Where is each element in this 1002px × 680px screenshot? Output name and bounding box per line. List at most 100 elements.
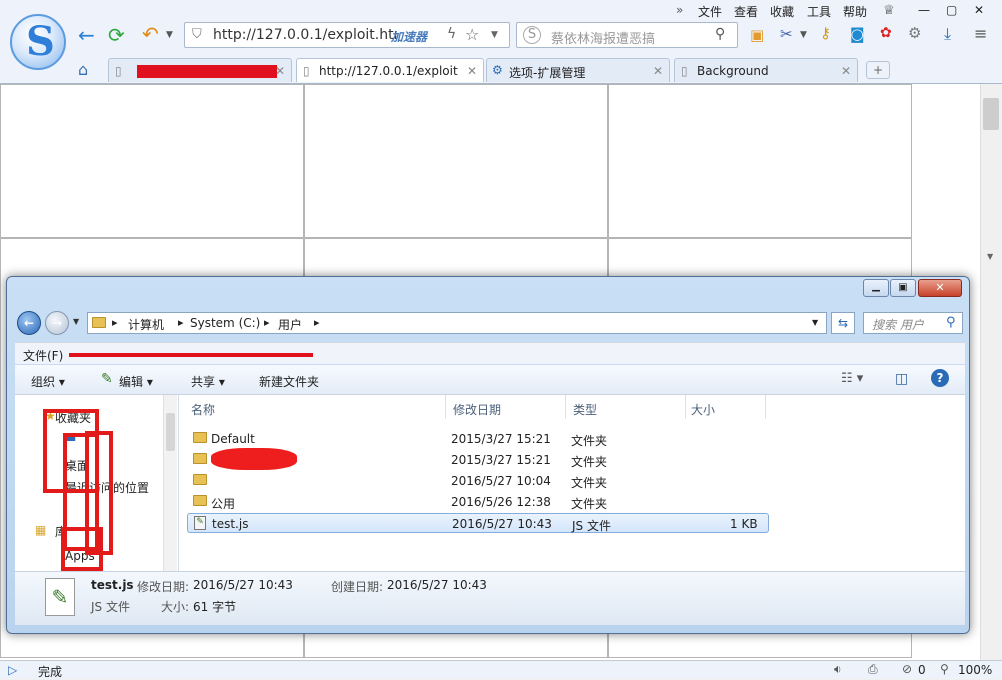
menu-overflow-icon[interactable]: » bbox=[676, 3, 683, 17]
breadcrumb-users[interactable]: 用户 bbox=[278, 316, 302, 333]
help-icon[interactable]: ? bbox=[931, 369, 949, 387]
adblock-count: 0 bbox=[918, 663, 926, 677]
refresh-icon[interactable]: ⟳ bbox=[108, 24, 125, 46]
scissors-icon[interactable]: ✂ bbox=[780, 25, 793, 43]
redacted-tab-title bbox=[137, 65, 277, 78]
column-size[interactable]: 大小 bbox=[691, 401, 715, 418]
file-row[interactable]: 公用 2016/5/26 12:38 文件夹 bbox=[187, 492, 769, 512]
adblock-icon[interactable]: ⊘ bbox=[902, 662, 912, 676]
history-dropdown-icon[interactable]: ▼ bbox=[73, 317, 79, 326]
explorer-minimize-button[interactable]: ▁ bbox=[863, 279, 889, 297]
address-bar[interactable]: ⛉ http://127.0.0.1/exploit.htı 加速器 ϟ ☆ ▼ bbox=[184, 22, 510, 48]
breadcrumb-drive[interactable]: System (C:) bbox=[190, 316, 260, 330]
more-menu-icon[interactable]: ≡ bbox=[974, 24, 987, 43]
breadcrumb-computer[interactable]: 计算机 bbox=[128, 316, 164, 333]
explorer-back-icon[interactable]: ← bbox=[17, 311, 41, 335]
menu-file[interactable]: 文件(F) bbox=[23, 347, 63, 364]
tab-close-icon[interactable]: ✕ bbox=[275, 64, 285, 78]
menu-help[interactable]: 帮助 bbox=[843, 3, 867, 20]
key-icon[interactable]: ⚷ bbox=[820, 24, 831, 42]
column-name[interactable]: 名称 bbox=[191, 401, 215, 418]
file-row[interactable]: 2016/5/27 10:04 文件夹 bbox=[187, 471, 769, 491]
volume-icon[interactable]: 🔉︎ bbox=[834, 662, 842, 677]
tab-close-icon[interactable]: ✕ bbox=[841, 64, 851, 78]
search-icon[interactable]: ⚲ bbox=[946, 315, 956, 330]
detail-created-label: 创建日期: bbox=[331, 580, 384, 594]
new-folder-button[interactable]: 新建文件夹 bbox=[259, 373, 319, 390]
extension-icon-2[interactable]: ◙ bbox=[850, 25, 865, 43]
menu-file[interactable]: 文件 bbox=[698, 3, 722, 20]
detail-type: JS 文件 bbox=[91, 600, 130, 614]
edit-button[interactable]: 编辑 ▾ bbox=[119, 373, 153, 390]
file-row-selected[interactable]: ✎ test.js 2016/5/27 10:43 JS 文件 1 KB bbox=[187, 513, 769, 533]
nav-scrollbar[interactable] bbox=[163, 395, 177, 571]
search-icon[interactable]: ⚲ bbox=[715, 26, 725, 42]
back-icon[interactable]: ← bbox=[78, 24, 95, 46]
search-box[interactable]: S 蔡依林海报遭恶搞 ⚲ bbox=[516, 22, 738, 48]
column-type[interactable]: 类型 bbox=[573, 401, 597, 418]
tab-4[interactable]: ▯ Background ✕ bbox=[674, 58, 858, 82]
share-button[interactable]: 共享 ▾ bbox=[191, 373, 225, 390]
undo-icon[interactable]: ↶ bbox=[142, 23, 159, 45]
file-row[interactable]: Default 2015/3/27 15:21 文件夹 bbox=[187, 429, 769, 449]
url-dropdown-icon[interactable]: ▼ bbox=[491, 30, 498, 40]
detail-filename: test.js bbox=[91, 578, 134, 592]
frame-cell bbox=[304, 84, 608, 238]
skin-icon[interactable]: ♕ bbox=[883, 3, 895, 18]
file-name: test.js bbox=[212, 517, 249, 531]
explorer-search-box[interactable]: 搜索 用户 ⚲ bbox=[863, 312, 963, 334]
explorer-address-bar[interactable]: ▸ 计算机 ▸ System (C:) ▸ 用户 ▸ ▼ bbox=[87, 312, 827, 334]
zoom-icon[interactable]: ⚲ bbox=[940, 662, 949, 676]
preview-pane-icon[interactable]: ◫ bbox=[895, 371, 908, 387]
lightning-icon[interactable]: ϟ bbox=[447, 26, 456, 42]
page-scrollbar[interactable]: ▼ bbox=[980, 84, 1002, 660]
search-engine-icon[interactable]: S bbox=[523, 26, 541, 44]
library-icon: ▦ bbox=[35, 523, 47, 537]
explorer-menubar: 文件(F) bbox=[15, 342, 965, 364]
screenshot-icon[interactable]: ⎙ bbox=[868, 662, 878, 677]
explorer-forward-icon[interactable]: → bbox=[45, 311, 69, 335]
home-icon[interactable]: ⌂ bbox=[78, 60, 88, 79]
star-icon[interactable]: ☆ bbox=[465, 25, 479, 44]
detail-modified-label: 修改日期: bbox=[137, 580, 190, 594]
url-text[interactable]: http://127.0.0.1/exploit.htı bbox=[213, 27, 413, 43]
explorer-refresh-icon[interactable]: ⇆ bbox=[831, 312, 855, 334]
folder-icon bbox=[193, 495, 207, 506]
accelerator-label[interactable]: 加速器 bbox=[391, 28, 427, 45]
organize-button[interactable]: 组织 ▾ bbox=[31, 373, 65, 390]
file-row[interactable]: 2015/3/27 15:21 文件夹 bbox=[187, 448, 769, 470]
new-tab-button[interactable]: + bbox=[866, 61, 890, 79]
scrollbar-thumb[interactable] bbox=[983, 98, 999, 130]
address-dropdown-icon[interactable]: ▼ bbox=[812, 318, 818, 327]
scroll-down-icon[interactable]: ▼ bbox=[987, 252, 993, 261]
explorer-search-input[interactable]: 搜索 用户 bbox=[872, 316, 924, 333]
search-input[interactable]: 蔡依林海报遭恶搞 bbox=[551, 28, 655, 47]
view-options-icon[interactable]: ☷ ▾ bbox=[841, 371, 863, 386]
file-date: 2015/3/27 15:21 bbox=[451, 453, 551, 467]
tab-2[interactable]: ▯ http://127.0.0.1/exploit ✕ bbox=[296, 58, 484, 82]
minimize-button[interactable]: — bbox=[918, 3, 930, 17]
tab-close-icon[interactable]: ✕ bbox=[466, 64, 477, 78]
maximize-button[interactable]: ▢ bbox=[946, 3, 957, 17]
scissors-dropdown-icon[interactable]: ▼ bbox=[800, 30, 807, 40]
extension-icon-3[interactable]: ✿ bbox=[880, 25, 892, 41]
explorer-close-button[interactable]: ✕ bbox=[918, 279, 962, 297]
menu-tools[interactable]: 工具 bbox=[807, 3, 831, 20]
status-expand-icon[interactable]: ▷ bbox=[8, 663, 17, 677]
tab-3[interactable]: ⚙ 选项-扩展管理 ✕ bbox=[486, 58, 670, 82]
menu-view[interactable]: 查看 bbox=[734, 3, 758, 20]
close-button[interactable]: ✕ bbox=[974, 3, 984, 17]
tab-close-icon[interactable]: ✕ bbox=[653, 64, 663, 78]
undo-dropdown-icon[interactable]: ▼ bbox=[166, 30, 173, 40]
column-date[interactable]: 修改日期 bbox=[453, 401, 501, 418]
nav-scroll-thumb[interactable] bbox=[166, 413, 175, 451]
file-size: 1 KB bbox=[730, 517, 758, 531]
extension-icon-1[interactable]: ▣ bbox=[750, 26, 764, 44]
settings-icon[interactable]: ⚙ bbox=[908, 24, 921, 42]
explorer-maximize-button[interactable]: ▣ bbox=[890, 279, 916, 297]
download-icon[interactable]: ⤓ bbox=[944, 24, 951, 44]
frame-cell bbox=[0, 84, 304, 238]
menu-favorites[interactable]: 收藏 bbox=[770, 3, 794, 20]
zoom-level[interactable]: 100% bbox=[958, 663, 992, 677]
tab-1[interactable]: ▯ ✕ bbox=[108, 58, 292, 82]
